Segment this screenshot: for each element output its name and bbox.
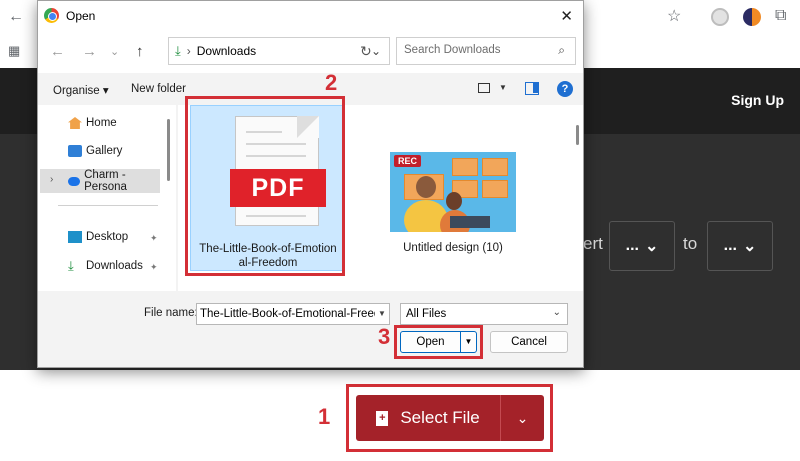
open-button[interactable]: Open ▼ bbox=[400, 331, 477, 353]
from-format-value: ... bbox=[625, 237, 639, 254]
download-icon: ⤓ bbox=[175, 43, 181, 58]
expand-chevron-icon[interactable]: › bbox=[50, 174, 53, 185]
back-arrow-icon[interactable]: ← bbox=[8, 9, 24, 25]
from-format-select[interactable]: ... ⌄ bbox=[609, 221, 675, 271]
image-thumbnail-icon[interactable]: REC bbox=[390, 152, 516, 232]
dialog-footer: File name: The-Little-Book-of-Emotional-… bbox=[38, 291, 583, 367]
chevron-down-icon: ⌄ bbox=[552, 307, 561, 318]
puzzle-piece-icon[interactable]: ⧉ bbox=[775, 8, 786, 24]
select-file-highlight: + Select File ⌄ bbox=[346, 384, 553, 452]
file-name-field[interactable]: The-Little-Book-of-Emotional-Freedom ▼ bbox=[196, 303, 390, 325]
sign-up-link[interactable]: Sign Up bbox=[731, 92, 784, 108]
chrome-logo-icon bbox=[44, 8, 59, 23]
navigation-pane: Home Gallery › Charm - Persona Desktop ✦… bbox=[38, 105, 176, 291]
address-bar[interactable]: ⤓ › Downloads ⌄ bbox=[168, 37, 390, 65]
video-tile bbox=[452, 158, 478, 176]
step-number-2: 2 bbox=[325, 70, 338, 95]
recent-locations-chevron-icon[interactable]: ⌄ bbox=[110, 45, 119, 58]
select-file-main[interactable]: + Select File bbox=[356, 395, 500, 441]
sidebar-item-label: Gallery bbox=[86, 145, 123, 157]
chevron-down-icon[interactable]: ▼ bbox=[499, 83, 507, 92]
dialog-title: Open bbox=[66, 9, 96, 23]
download-icon: ⤓ bbox=[68, 258, 74, 273]
laptop bbox=[450, 216, 490, 228]
new-folder-button[interactable]: New folder bbox=[131, 83, 186, 95]
video-tile bbox=[482, 180, 508, 198]
onedrive-cloud-icon bbox=[68, 176, 81, 186]
chevron-down-icon[interactable]: ▼ bbox=[375, 304, 389, 324]
chevron-down-icon: ⌄ bbox=[644, 238, 659, 255]
pin-icon: ✦ bbox=[150, 233, 158, 243]
cancel-button[interactable]: Cancel bbox=[490, 331, 568, 353]
convert-label: ert bbox=[583, 234, 603, 253]
star-icon[interactable]: ☆ bbox=[667, 9, 681, 25]
selected-file-highlight bbox=[185, 96, 345, 276]
sidebar-item-onedrive[interactable]: › Charm - Persona bbox=[40, 169, 160, 193]
view-mode-icon[interactable] bbox=[478, 83, 490, 93]
chevron-down-icon[interactable]: ▼ bbox=[460, 332, 476, 352]
search-placeholder: Search Downloads bbox=[404, 44, 501, 56]
sidebar-item-home[interactable]: Home bbox=[68, 117, 117, 129]
add-file-icon: + bbox=[376, 410, 389, 426]
person-head bbox=[446, 192, 462, 210]
to-format-value: ... bbox=[723, 237, 737, 254]
search-input[interactable]: Search Downloads ⌕ bbox=[396, 37, 576, 65]
file-name-label: File name: bbox=[144, 307, 198, 319]
extension-logo-icon[interactable] bbox=[743, 8, 761, 26]
apps-grid-icon[interactable]: ▦ bbox=[8, 43, 20, 59]
organise-menu[interactable]: Organise ▾ bbox=[53, 83, 109, 97]
person-head bbox=[416, 176, 436, 198]
sidebar-item-label: Home bbox=[86, 117, 117, 129]
file-type-value: All Files bbox=[406, 308, 447, 320]
home-icon bbox=[68, 117, 82, 129]
sidebar-scrollbar[interactable] bbox=[167, 119, 170, 181]
address-path[interactable]: Downloads bbox=[197, 44, 256, 58]
file-list-scrollbar[interactable] bbox=[576, 125, 579, 145]
open-button-label[interactable]: Open bbox=[401, 332, 460, 352]
extension-hexagon-icon[interactable] bbox=[711, 8, 729, 26]
sidebar-divider bbox=[58, 205, 158, 206]
dialog-nav-bar: ← → ⌄ ↑ ⤓ › Downloads ⌄ ↻ Search Downloa… bbox=[38, 31, 583, 73]
dialog-titlebar: Open ✕ bbox=[38, 1, 583, 31]
sidebar-item-desktop[interactable]: Desktop bbox=[68, 231, 128, 243]
search-icon[interactable]: ⌕ bbox=[558, 43, 565, 58]
sidebar-item-gallery[interactable]: Gallery bbox=[68, 145, 122, 157]
file-type-select[interactable]: All Files ⌄ bbox=[400, 303, 568, 325]
file-name-value: The-Little-Book-of-Emotional-Freedom bbox=[200, 308, 390, 320]
step-number-1: 1 bbox=[318, 404, 331, 429]
close-icon[interactable]: ✕ bbox=[560, 7, 573, 25]
select-file-dropdown[interactable]: ⌄ bbox=[500, 395, 544, 441]
refresh-icon[interactable]: ↻ bbox=[360, 43, 372, 60]
rec-badge: REC bbox=[394, 155, 422, 167]
step-number-3: 3 bbox=[378, 324, 391, 349]
chevron-down-icon: ⌄ bbox=[516, 409, 529, 426]
to-format-select[interactable]: ... ⌄ bbox=[707, 221, 773, 271]
forward-arrow-icon[interactable]: → bbox=[82, 43, 97, 60]
help-icon[interactable]: ? bbox=[557, 81, 573, 97]
select-file-button[interactable]: + Select File ⌄ bbox=[356, 395, 544, 441]
video-tile bbox=[482, 158, 508, 176]
to-label: to bbox=[683, 234, 698, 253]
sidebar-item-downloads[interactable]: ⤓ Downloads bbox=[68, 258, 143, 273]
sidebar-item-label: Desktop bbox=[86, 231, 129, 243]
gallery-icon bbox=[68, 145, 82, 157]
sidebar-item-label: Downloads bbox=[86, 260, 143, 272]
pin-icon: ✦ bbox=[150, 262, 158, 272]
file-name: Untitled design (10) bbox=[403, 242, 503, 254]
desktop-icon bbox=[68, 231, 82, 243]
back-arrow-icon[interactable]: ← bbox=[50, 43, 65, 60]
breadcrumb-separator: › bbox=[186, 44, 191, 58]
open-button-highlight: Open ▼ bbox=[394, 325, 483, 359]
up-arrow-icon[interactable]: ↑ bbox=[136, 43, 144, 60]
sidebar-item-label: Charm - Persona bbox=[84, 169, 127, 193]
chevron-down-icon: ⌄ bbox=[742, 238, 757, 255]
preview-pane-icon[interactable] bbox=[525, 82, 539, 95]
select-file-label: Select File bbox=[400, 408, 480, 427]
chevron-down-icon[interactable]: ⌄ bbox=[371, 44, 381, 58]
